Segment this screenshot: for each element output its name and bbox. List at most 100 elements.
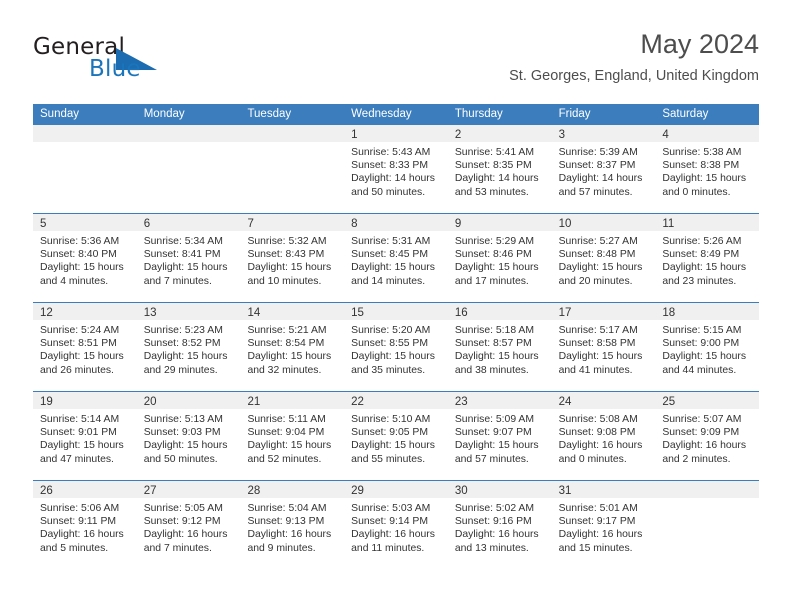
day-number-band xyxy=(240,125,345,142)
calendar-day-cell[interactable]: 17 Sunrise: 5:17 AM Sunset: 8:58 PM Dayligh… xyxy=(551,303,656,391)
sunset-text: Sunset: 8:57 PM xyxy=(454,338,532,350)
calendar-day-cell[interactable]: 1 Sunrise: 5:43 AM Sunset: 8:33 PM Daylight… xyxy=(344,125,448,213)
daylight-text-line2: and 17 minutes. xyxy=(454,275,529,287)
daylight-text-line1: Daylight: 15 hours xyxy=(454,351,539,363)
daylight-text-line1: Daylight: 15 hours xyxy=(247,262,332,274)
daylight-text-line1: Daylight: 15 hours xyxy=(143,262,228,274)
daylight-text-line1: Daylight: 15 hours xyxy=(454,262,539,274)
daylight-text-line2: and 0 minutes. xyxy=(662,186,731,198)
daylight-text-line1: Daylight: 15 hours xyxy=(351,440,435,452)
daylight-text-line1: Daylight: 14 hours xyxy=(558,173,643,185)
calendar-day-cell[interactable]: 18 Sunrise: 5:15 AM Sunset: 9:00 PM Dayligh… xyxy=(655,303,760,391)
day-number: 15 xyxy=(351,307,364,319)
day-sun-info: Sunrise: 5:23 AM Sunset: 8:52 PM Daylight:… xyxy=(137,320,241,377)
daylight-text-line1: Daylight: 15 hours xyxy=(351,351,435,363)
day-number-band: 17 xyxy=(551,303,656,320)
daylight-text-line2: and 32 minutes. xyxy=(247,364,322,376)
day-number: 14 xyxy=(247,307,261,319)
sunset-text: Sunset: 9:07 PM xyxy=(454,427,532,439)
day-sun-info: Sunrise: 5:32 AM Sunset: 8:43 PM Daylight:… xyxy=(240,231,344,288)
daylight-text-line1: Daylight: 16 hours xyxy=(247,529,332,541)
daylight-text-line2: and 57 minutes. xyxy=(558,186,633,198)
day-sun-info: Sunrise: 5:04 AM Sunset: 9:13 PM Daylight:… xyxy=(240,498,344,555)
sunrise-text: Sunrise: 5:27 AM xyxy=(558,236,638,247)
sunset-text: Sunset: 8:46 PM xyxy=(454,249,532,261)
calendar-day-cell[interactable]: 6 Sunrise: 5:34 AM Sunset: 8:41 PM Daylight… xyxy=(136,214,241,302)
daylight-text-line2: and 7 minutes. xyxy=(143,275,212,287)
daylight-text-line1: Daylight: 16 hours xyxy=(454,529,539,541)
sunrise-text: Sunrise: 5:36 AM xyxy=(40,236,120,247)
day-number-band: 19 xyxy=(33,392,137,409)
day-number: 30 xyxy=(454,485,468,497)
calendar-day-cell[interactable]: 12 Sunrise: 5:24 AM Sunset: 8:51 PM Dayligh… xyxy=(33,303,137,391)
sunrise-text: Sunrise: 5:06 AM xyxy=(40,503,120,514)
day-number: 20 xyxy=(143,396,157,408)
calendar-day-cell[interactable]: 16 Sunrise: 5:18 AM Sunset: 8:57 PM Dayligh… xyxy=(447,303,552,391)
day-number: 8 xyxy=(351,218,358,230)
day-number: 12 xyxy=(40,307,53,319)
calendar-day-cell[interactable]: 4 Sunrise: 5:38 AM Sunset: 8:38 PM Daylight… xyxy=(655,125,760,213)
calendar-day-cell[interactable]: 24 Sunrise: 5:08 AM Sunset: 9:08 PM Dayligh… xyxy=(551,392,656,480)
calendar-day-cell[interactable]: 2 Sunrise: 5:41 AM Sunset: 8:35 PM Daylight… xyxy=(447,125,552,213)
day-number-band: 1 xyxy=(344,125,448,142)
calendar-day-cell[interactable]: 3 Sunrise: 5:39 AM Sunset: 8:37 PM Daylight… xyxy=(551,125,656,213)
daylight-text-line1: Daylight: 14 hours xyxy=(454,173,539,185)
sunset-text: Sunset: 8:58 PM xyxy=(558,338,636,350)
calendar-day-cell[interactable]: 29 Sunrise: 5:03 AM Sunset: 9:14 PM Dayligh… xyxy=(344,481,448,569)
calendar-day-cell[interactable]: 30 Sunrise: 5:02 AM Sunset: 9:16 PM Dayligh… xyxy=(447,481,552,569)
day-number-band: 18 xyxy=(655,303,760,320)
sunrise-text: Sunrise: 5:01 AM xyxy=(558,503,638,514)
sunrise-text: Sunrise: 5:21 AM xyxy=(247,325,327,336)
day-number-band: 4 xyxy=(655,125,760,142)
sunrise-text: Sunrise: 5:31 AM xyxy=(351,236,431,247)
calendar-day-cell[interactable]: 11 Sunrise: 5:26 AM Sunset: 8:49 PM Dayligh… xyxy=(655,214,760,302)
calendar-day-cell[interactable]: 20 Sunrise: 5:13 AM Sunset: 9:03 PM Dayligh… xyxy=(136,392,241,480)
daylight-text-line1: Daylight: 16 hours xyxy=(351,529,435,541)
calendar-day-cell[interactable]: 10 Sunrise: 5:27 AM Sunset: 8:48 PM Dayligh… xyxy=(551,214,656,302)
daylight-text-line1: Daylight: 15 hours xyxy=(247,351,332,363)
calendar-day-cell[interactable]: 13 Sunrise: 5:23 AM Sunset: 8:52 PM Dayligh… xyxy=(136,303,241,391)
sunset-text: Sunset: 9:01 PM xyxy=(40,427,117,439)
calendar-day-cell[interactable]: 26 Sunrise: 5:06 AM Sunset: 9:11 PM Dayligh… xyxy=(33,481,137,569)
daylight-text-line2: and 50 minutes. xyxy=(143,453,218,465)
sunset-text: Sunset: 8:38 PM xyxy=(662,160,740,172)
day-number-band: 25 xyxy=(655,392,760,409)
calendar-day-cell[interactable]: 7 Sunrise: 5:32 AM Sunset: 8:43 PM Daylight… xyxy=(240,214,345,302)
sunrise-text: Sunrise: 5:41 AM xyxy=(454,147,535,158)
sunset-text: Sunset: 8:43 PM xyxy=(247,249,325,261)
day-sun-info: Sunrise: 5:08 AM Sunset: 9:08 PM Daylight:… xyxy=(552,409,656,466)
sunset-text: Sunset: 8:35 PM xyxy=(454,160,532,172)
sunrise-text: Sunrise: 5:03 AM xyxy=(351,503,431,514)
day-number-band: 27 xyxy=(136,481,241,498)
calendar-day-cell[interactable]: 22 Sunrise: 5:10 AM Sunset: 9:05 PM Dayligh… xyxy=(344,392,448,480)
calendar-week-row: 26 Sunrise: 5:06 AM Sunset: 9:11 PM Dayligh… xyxy=(33,480,760,569)
sunrise-text: Sunrise: 5:09 AM xyxy=(454,414,535,425)
calendar-day-cell[interactable]: 8 Sunrise: 5:31 AM Sunset: 8:45 PM Daylight… xyxy=(344,214,448,302)
daylight-text-line1: Daylight: 15 hours xyxy=(40,440,124,452)
day-number: 10 xyxy=(558,218,572,230)
day-number: 1 xyxy=(351,129,358,141)
calendar-day-cell[interactable]: 5 Sunrise: 5:36 AM Sunset: 8:40 PM Daylight… xyxy=(33,214,137,302)
calendar-day-cell[interactable]: 15 Sunrise: 5:20 AM Sunset: 8:55 PM Dayligh… xyxy=(344,303,448,391)
calendar-day-cell[interactable]: 19 Sunrise: 5:14 AM Sunset: 9:01 PM Dayligh… xyxy=(33,392,137,480)
calendar-day-cell[interactable]: 31 Sunrise: 5:01 AM Sunset: 9:17 PM Dayligh… xyxy=(551,481,656,569)
day-number-band: 23 xyxy=(447,392,552,409)
sunrise-text: Sunrise: 5:14 AM xyxy=(40,414,120,425)
day-number-band: 31 xyxy=(551,481,656,498)
daylight-text-line2: and 50 minutes. xyxy=(351,186,426,198)
calendar-day-cell[interactable]: 23 Sunrise: 5:09 AM Sunset: 9:07 PM Dayligh… xyxy=(447,392,552,480)
daylight-text-line1: Daylight: 15 hours xyxy=(40,351,124,363)
day-number: 23 xyxy=(454,396,468,408)
page-subtitle-location: St. Georges, England, United Kingdom xyxy=(509,68,759,84)
daylight-text-line2: and 41 minutes. xyxy=(558,364,633,376)
calendar-day-cell[interactable]: 28 Sunrise: 5:04 AM Sunset: 9:13 PM Dayligh… xyxy=(240,481,345,569)
daylight-text-line2: and 14 minutes. xyxy=(351,275,426,287)
calendar-day-cell[interactable]: 9 Sunrise: 5:29 AM Sunset: 8:46 PM Daylight… xyxy=(447,214,552,302)
calendar-day-cell[interactable]: 21 Sunrise: 5:11 AM Sunset: 9:04 PM Dayligh… xyxy=(240,392,345,480)
calendar-day-cell[interactable]: 25 Sunrise: 5:07 AM Sunset: 9:09 PM Dayligh… xyxy=(655,392,760,480)
generalblue-logo[interactable]: General Blue xyxy=(33,34,263,90)
calendar-day-cell[interactable]: 14 Sunrise: 5:21 AM Sunset: 8:54 PM Dayligh… xyxy=(240,303,345,391)
calendar-day-cell[interactable]: 27 Sunrise: 5:05 AM Sunset: 9:12 PM Dayligh… xyxy=(136,481,241,569)
day-sun-info: Sunrise: 5:01 AM Sunset: 9:17 PM Daylight:… xyxy=(552,498,656,555)
daylight-text-line1: Daylight: 15 hours xyxy=(351,262,435,274)
